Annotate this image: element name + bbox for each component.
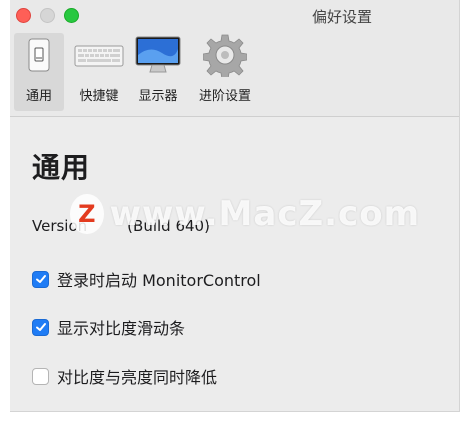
version-build: (Build 640) [127,217,210,235]
tab-advanced-label: 进阶设置 [198,89,251,104]
tab-displays-label: 显示器 [138,89,178,104]
window-title: 偏好设置 [312,8,373,26]
window-controls [16,8,79,23]
display-monitor-icon [134,33,182,77]
launch-at-login-checkbox[interactable] [32,270,49,288]
version-prefix: Version [32,217,88,235]
tab-general-label: 通用 [25,89,52,104]
tab-shortcuts[interactable]: 快捷键 [70,33,128,111]
general-switch-icon [28,33,50,77]
show-contrast-slider-checkbox[interactable] [32,318,49,336]
minimize-button[interactable] [40,8,55,23]
close-button[interactable] [16,8,31,23]
tab-general[interactable]: 通用 [14,33,64,111]
zoom-button[interactable] [64,8,79,23]
version-info: Version (Build 640) [32,217,210,235]
lower-contrast-with-brightness-label: 对比度与亮度同时降低 [57,368,218,387]
tab-shortcuts-label: 快捷键 [79,89,119,104]
show-contrast-slider-label: 显示对比度滑动条 [57,319,186,338]
general-pane: 通用 Version (Build 640) 登录时启动 MonitorCont… [10,117,459,411]
page-title: 通用 [32,151,91,184]
checkmark-icon [35,323,46,331]
tab-displays[interactable]: 显示器 [130,33,186,111]
gear-icon [203,33,247,77]
checkmark-icon [35,275,46,283]
launch-at-login-label: 登录时启动 MonitorControl [57,271,261,290]
lower-contrast-with-brightness-checkbox[interactable] [32,367,49,385]
toolbar: 偏好设置 通用 快捷键 显示器 进阶设置 [10,0,459,117]
lower-contrast-with-brightness-option[interactable]: 对比度与亮度同时降低 [32,364,217,388]
launch-at-login-option[interactable]: 登录时启动 MonitorControl [32,267,261,291]
tab-advanced[interactable]: 进阶设置 [192,33,258,111]
keyboard-icon [74,33,124,77]
show-contrast-slider-option[interactable]: 显示对比度滑动条 [32,315,185,339]
preferences-window: 偏好设置 通用 快捷键 显示器 进阶设置 通用 Version (Build 6… [10,0,460,412]
